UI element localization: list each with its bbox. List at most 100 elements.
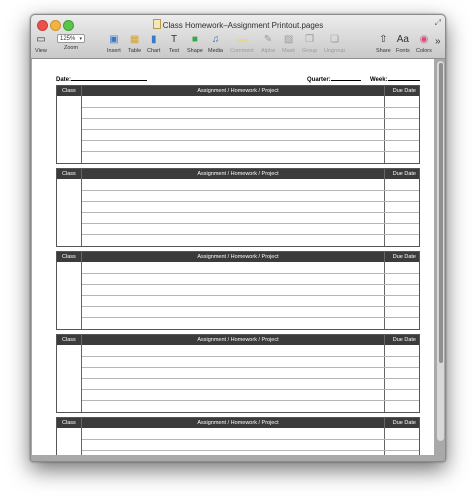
zoom-select[interactable]: 125% ▾ bbox=[57, 34, 85, 43]
title-bar: Class Homework–Assignment Printout.pages… bbox=[31, 15, 445, 59]
shape-button[interactable]: ■ Shape bbox=[187, 34, 203, 54]
zoom-value: 125% bbox=[60, 36, 76, 42]
scrollbar-thumb[interactable] bbox=[439, 63, 443, 363]
insert-button[interactable]: ▣ Insert bbox=[107, 34, 121, 54]
fullscreen-icon[interactable]: ⤢ bbox=[435, 18, 441, 28]
comment-label: Comment bbox=[230, 48, 254, 54]
fonts-button[interactable]: Aa Fonts bbox=[396, 34, 410, 54]
table-row-line bbox=[82, 306, 419, 307]
chart-button[interactable]: ▮ Chart bbox=[147, 34, 160, 54]
date-field[interactable]: Date: bbox=[56, 75, 148, 83]
group-icon: ❐ bbox=[305, 34, 315, 45]
table-header-row: Class Assignment / Homework / Project Due … bbox=[57, 169, 419, 179]
toolbar-overflow-icon: » bbox=[435, 36, 441, 47]
table-label: Table bbox=[128, 48, 142, 54]
table-row-line bbox=[82, 367, 419, 368]
assignment-table[interactable]: Class Assignment / Homework / Project Due … bbox=[56, 334, 420, 413]
due-date-column-header: Due Date bbox=[392, 254, 416, 260]
text-label: Text bbox=[169, 48, 180, 54]
assignment-column-header: Assignment / Homework / Project bbox=[197, 88, 279, 94]
assignment-table[interactable]: Class Assignment / Homework / Project Due … bbox=[56, 85, 420, 164]
assignment-column-header: Assignment / Homework / Project bbox=[197, 254, 279, 260]
table-row-line bbox=[82, 439, 419, 440]
group-label: Group bbox=[302, 48, 318, 54]
window-title-area: Class Homework–Assignment Printout.pages bbox=[31, 19, 445, 30]
due-date-column-header: Due Date bbox=[392, 420, 416, 426]
table-header-row: Class Assignment / Homework / Project Due … bbox=[57, 335, 419, 345]
media-label: Media bbox=[208, 48, 223, 54]
table-row-line bbox=[82, 389, 419, 390]
color-wheel-icon: ◉ bbox=[419, 34, 429, 45]
comment-icon: ▬ bbox=[236, 34, 247, 45]
alpha-button[interactable]: ✎ Alpha bbox=[261, 34, 275, 54]
assignment-column-header: Assignment / Homework / Project bbox=[197, 171, 279, 177]
pages-document-icon bbox=[152, 19, 161, 29]
table-row-line bbox=[82, 151, 419, 152]
quarter-field[interactable]: Quarter: bbox=[307, 75, 361, 83]
shape-icon: ■ bbox=[191, 34, 198, 45]
insert-label: Insert bbox=[107, 48, 121, 54]
table-row-line bbox=[82, 223, 419, 224]
chart-label: Chart bbox=[147, 48, 161, 54]
assignment-column-header: Assignment / Homework / Project bbox=[197, 420, 279, 426]
assignment-table[interactable]: Class Assignment / Homework / Project Due … bbox=[56, 251, 420, 330]
week-field[interactable]: Week: bbox=[370, 75, 420, 83]
table-row-line bbox=[82, 356, 419, 357]
pages-window: Class Homework–Assignment Printout.pages… bbox=[30, 14, 446, 462]
document-page[interactable]: Date: Quarter: Week: Class Assignment / H… bbox=[32, 59, 434, 455]
date-label: Date: bbox=[56, 77, 72, 83]
comment-button[interactable]: ▬ Comment bbox=[230, 34, 254, 54]
table-row-line bbox=[82, 295, 419, 296]
table-row-line bbox=[82, 118, 419, 119]
zoom-label: Zoom bbox=[63, 45, 79, 51]
toolbar-overflow-button[interactable]: » bbox=[435, 36, 441, 47]
fonts-label: Fonts bbox=[396, 48, 410, 54]
table-row-line bbox=[82, 450, 419, 451]
table-row-line bbox=[82, 201, 419, 202]
table-row-line bbox=[82, 190, 419, 191]
table-header-row: Class Assignment / Homework / Project Due … bbox=[57, 418, 419, 428]
ungroup-icon: ❏ bbox=[330, 34, 340, 45]
mask-button[interactable]: ▨ Mask bbox=[282, 34, 295, 54]
text-icon: T bbox=[170, 34, 178, 45]
group-button[interactable]: ❐ Group bbox=[302, 34, 317, 54]
mask-icon: ▨ bbox=[283, 34, 294, 45]
view-icon: ▭ bbox=[36, 34, 46, 45]
ungroup-label: Ungroup bbox=[324, 48, 346, 54]
colors-button[interactable]: ◉ Colors bbox=[416, 34, 432, 54]
mask-label: Mask bbox=[282, 48, 296, 54]
table-row-line bbox=[82, 129, 419, 130]
alpha-icon: ✎ bbox=[263, 34, 273, 45]
table-row-line bbox=[82, 107, 419, 108]
share-button[interactable]: ⇧ Share bbox=[376, 34, 391, 54]
share-label: Share bbox=[376, 48, 391, 54]
zoom-control[interactable]: 125% ▾ Zoom bbox=[57, 34, 85, 51]
table-icon: ▦ bbox=[129, 34, 140, 45]
week-label: Week: bbox=[370, 77, 388, 83]
alpha-label: Alpha bbox=[261, 48, 276, 54]
ungroup-button[interactable]: ❏ Ungroup bbox=[324, 34, 345, 54]
assignment-table[interactable]: Class Assignment / Homework / Project Due … bbox=[56, 168, 420, 247]
insert-icon: ▣ bbox=[109, 34, 119, 45]
table-row-line bbox=[82, 212, 419, 213]
zoom-dropdown-icon: ▾ bbox=[79, 36, 82, 42]
chart-icon: ▮ bbox=[150, 34, 157, 45]
document-canvas[interactable]: Date: Quarter: Week: Class Assignment / H… bbox=[31, 59, 445, 461]
date-blank bbox=[71, 75, 148, 81]
media-icon: ♫ bbox=[211, 34, 220, 45]
view-label: View bbox=[35, 48, 47, 54]
assignment-column-header: Assignment / Homework / Project bbox=[197, 337, 279, 343]
media-button[interactable]: ♫ Media bbox=[208, 34, 223, 54]
assignment-table[interactable]: Class Assignment / Homework / Project Due … bbox=[56, 417, 420, 455]
shape-label: Shape bbox=[187, 48, 203, 54]
table-row-line bbox=[82, 400, 419, 401]
table-row-line bbox=[82, 273, 419, 274]
text-button[interactable]: T Text bbox=[169, 34, 179, 54]
colors-label: Colors bbox=[416, 48, 432, 54]
view-button[interactable]: ▭ View bbox=[35, 34, 47, 54]
table-row-line bbox=[82, 284, 419, 285]
table-header-row: Class Assignment / Homework / Project Due … bbox=[57, 86, 419, 96]
due-date-column-header: Due Date bbox=[392, 88, 416, 94]
share-icon: ⇧ bbox=[379, 34, 388, 45]
table-button[interactable]: ▦ Table bbox=[128, 34, 141, 54]
